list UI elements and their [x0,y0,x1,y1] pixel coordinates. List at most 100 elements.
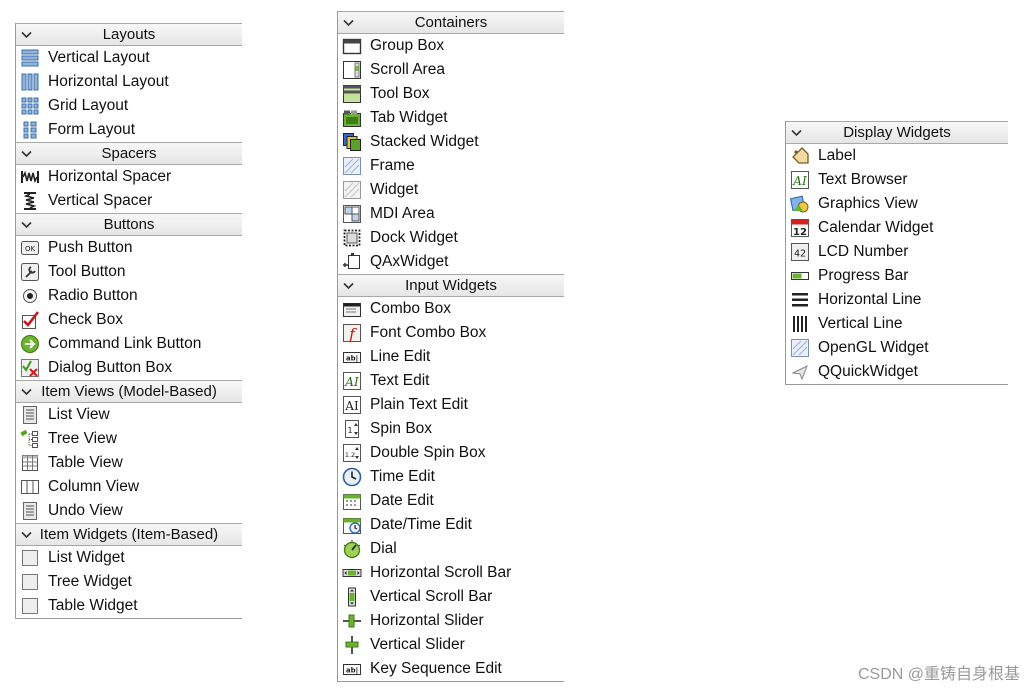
widget-item-qaxwidget[interactable]: QAxWidget [338,250,564,274]
widget-item-tool-box[interactable]: Tool Box [338,82,564,106]
widget-item-double-spin-box[interactable]: 1.2 Double Spin Box [338,441,564,465]
widget-item-dial[interactable]: Dial [338,537,564,561]
widget-item-check-box[interactable]: Check Box [16,308,242,332]
widget-item-scroll-area[interactable]: Scroll Area [338,58,564,82]
widget-item-time-edit[interactable]: Time Edit [338,465,564,489]
widget-item-date-time-edit[interactable]: Date/Time Edit [338,513,564,537]
widget-item-frame[interactable]: Frame [338,154,564,178]
column-view-icon [20,477,40,497]
widget-item-label[interactable]: Label [786,144,1008,168]
list-widget-icon [20,548,40,568]
widget-item-vertical-spacer[interactable]: Vertical Spacer [16,189,242,213]
horizontal-slider-icon [342,611,362,631]
widget-item-stacked-widget[interactable]: Stacked Widget [338,130,564,154]
tool-box-icon [342,84,362,104]
chevron-down-icon[interactable] [19,143,33,164]
widget-item-command-link-button[interactable]: Command Link Button [16,332,242,356]
chevron-down-icon[interactable] [789,122,803,143]
chevron-down-icon[interactable] [19,24,33,45]
widget-item-key-sequence-edit[interactable]: ab| Key Sequence Edit [338,657,564,681]
widget-item-date-edit[interactable]: Date Edit [338,489,564,513]
widget-item-tree-widget[interactable]: Tree Widget [16,570,242,594]
widget-item-horizontal-scroll-bar[interactable]: Horizontal Scroll Bar [338,561,564,585]
widget-item-label: OpenGL Widget [818,339,929,356]
widget-item-label: Spin Box [370,420,433,437]
category-header-item-views-model-based[interactable]: Item Views (Model-Based) [16,380,242,403]
widget-item-vertical-layout[interactable]: Vertical Layout [16,46,242,70]
widget-item-vertical-line[interactable]: Vertical Line [786,312,1008,336]
widget-item-label: Form Layout [48,121,136,138]
widget-item-tab-widget[interactable]: Tab Widget [338,106,564,130]
widget-item-horizontal-slider[interactable]: Horizontal Slider [338,609,564,633]
widget-item-combo-box[interactable]: Combo Box [338,297,564,321]
text-edit-icon: AI [342,371,362,391]
widget-item-list-widget[interactable]: List Widget [16,546,242,570]
svg-text:1.2: 1.2 [345,451,355,459]
widget-item-progress-bar[interactable]: Progress Bar [786,264,1008,288]
widget-item-group-box[interactable]: Group Box [338,34,564,58]
line-edit-icon: ab| [342,347,362,367]
grid-layout-icon [20,96,40,116]
widget-item-dialog-button-box[interactable]: Dialog Button Box [16,356,242,380]
category-title: Display Widgets [843,124,951,141]
widget-item-horizontal-spacer[interactable]: Horizontal Spacer [16,165,242,189]
widget-item-radio-button[interactable]: Radio Button [16,284,242,308]
category-header-input-widgets[interactable]: Input Widgets [338,274,564,297]
widget-item-qquickwidget[interactable]: QQuickWidget [786,360,1008,384]
category-header-layouts[interactable]: Layouts [16,23,242,46]
widget-item-opengl-widget[interactable]: OpenGL Widget [786,336,1008,360]
widget-item-push-button[interactable]: OK Push Button [16,236,242,260]
widget-icon [342,180,362,200]
widget-item-table-view[interactable]: Table View [16,451,242,475]
category-title: Layouts [102,26,156,43]
chevron-down-icon[interactable] [19,214,33,235]
widget-item-widget[interactable]: Widget [338,178,564,202]
widget-item-horizontal-line[interactable]: Horizontal Line [786,288,1008,312]
widget-item-tool-button[interactable]: Tool Button [16,260,242,284]
widget-item-list-view[interactable]: List View [16,403,242,427]
widget-item-label: MDI Area [370,205,435,222]
widget-item-text-browser[interactable]: AI Text Browser [786,168,1008,192]
widget-item-label: Widget [370,181,419,198]
svg-text:ab|: ab| [346,667,358,676]
widget-item-horizontal-layout[interactable]: Horizontal Layout [16,70,242,94]
widget-item-lcd-number[interactable]: 42 LCD Number [786,240,1008,264]
widget-item-plain-text-edit[interactable]: AI Plain Text Edit [338,393,564,417]
chevron-down-icon[interactable] [19,381,33,402]
tree-view-icon [20,429,40,449]
widget-item-calendar-widget[interactable]: 12 Calendar Widget [786,216,1008,240]
widget-item-dock-widget[interactable]: Dock Widget [338,226,564,250]
double-spin-box-icon: 1.2 [342,443,362,463]
widget-item-table-widget[interactable]: Table Widget [16,594,242,618]
category-header-display-widgets[interactable]: Display Widgets [786,121,1008,144]
widget-box-panel-left: Layouts Vertical Layout Horizontal Layout G… [15,23,242,619]
widget-item-graphics-view[interactable]: Graphics View [786,192,1008,216]
chevron-down-icon[interactable] [341,275,355,296]
svg-text:AI: AI [792,174,807,188]
widget-item-undo-view[interactable]: Undo View [16,499,242,523]
date-edit-icon [342,491,362,511]
table-widget-icon [20,596,40,616]
category-header-item-widgets-item-based[interactable]: Item Widgets (Item-Based) [16,523,242,546]
widget-item-vertical-slider[interactable]: Vertical Slider [338,633,564,657]
chevron-down-icon[interactable] [19,524,33,545]
widget-item-grid-layout[interactable]: Grid Layout [16,94,242,118]
category-header-buttons[interactable]: Buttons [16,213,242,236]
widget-item-form-layout[interactable]: Form Layout [16,118,242,142]
category-header-spacers[interactable]: Spacers [16,142,242,165]
widget-item-mdi-area[interactable]: MDI Area [338,202,564,226]
date-time-edit-icon [342,515,362,535]
widget-item-column-view[interactable]: Column View [16,475,242,499]
widget-box-panel-middle: Containers Group Box Scroll Area Tool Box Ta… [337,11,564,682]
widget-item-text-edit[interactable]: AI Text Edit [338,369,564,393]
widget-item-vertical-scroll-bar[interactable]: Vertical Scroll Bar [338,585,564,609]
widget-item-tree-view[interactable]: Tree View [16,427,242,451]
svg-text:ab|: ab| [346,355,358,364]
category-header-containers[interactable]: Containers [338,11,564,34]
widget-item-label: Horizontal Line [818,291,922,308]
chevron-down-icon[interactable] [341,12,355,33]
widget-item-line-edit[interactable]: ab| Line Edit [338,345,564,369]
widget-item-font-combo-box[interactable]: f Font Combo Box [338,321,564,345]
widget-item-label: Plain Text Edit [370,396,468,413]
widget-item-spin-box[interactable]: 1 Spin Box [338,417,564,441]
